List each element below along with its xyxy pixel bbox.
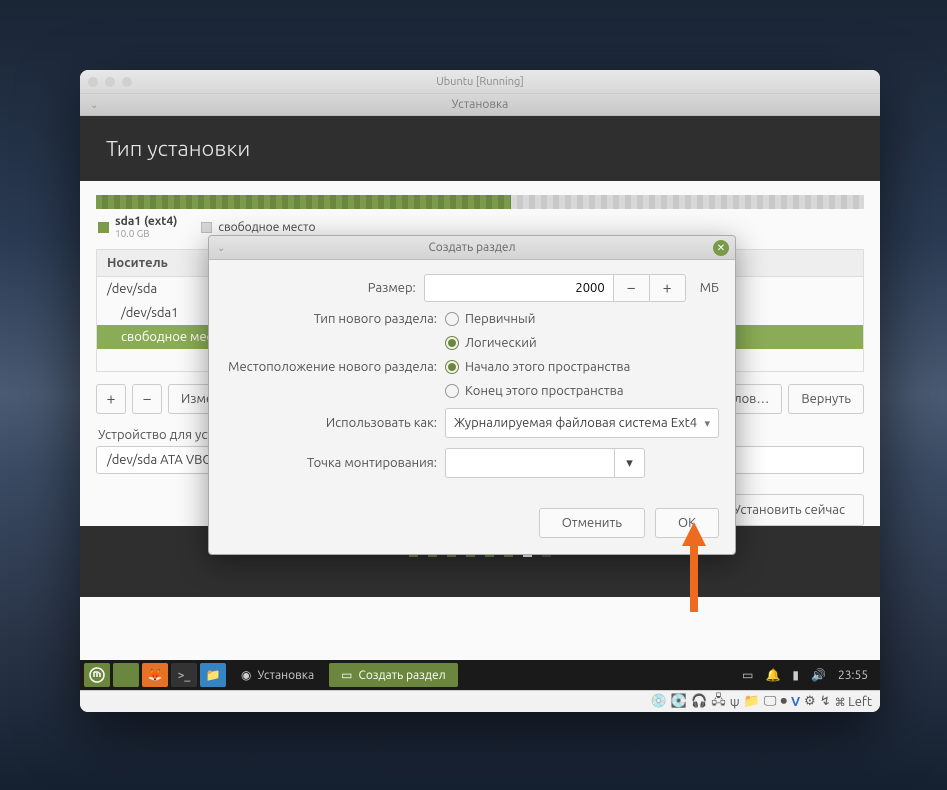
- dropdown-icon: ▾: [704, 417, 710, 430]
- use-as-value: Журналируемая файловая система Ext4: [454, 416, 697, 430]
- installer-titlebar[interactable]: ⌄ Установка: [80, 94, 880, 116]
- vb-audio-icon[interactable]: 🎧: [691, 694, 707, 709]
- install-now-button[interactable]: Установить сейчас: [714, 494, 864, 526]
- taskbar-label: Установка: [257, 669, 314, 682]
- type-label: Тип нового раздела:: [225, 312, 437, 326]
- radio-primary[interactable]: Первичный: [445, 312, 535, 326]
- vb-cpu-icon[interactable]: ⚙: [804, 694, 816, 709]
- vb-mouse-icon[interactable]: ↯: [820, 694, 831, 709]
- use-as-select[interactable]: Журналируемая файловая система Ext4 ▾: [445, 408, 719, 438]
- size-input[interactable]: [424, 274, 614, 302]
- vb-recording-icon[interactable]: ⏺: [780, 694, 787, 709]
- vm-host-statusbar[interactable]: 💿 💽 🎧 🖧 ψ 📁 🖵 ⏺ V ⚙ ↯ ⌘ Left: [80, 690, 880, 712]
- partition-label-sda1: sda1 (ext4) 10.0 GB: [98, 215, 177, 239]
- disc-icon: ◉: [241, 668, 251, 682]
- size-label: Размер:: [225, 281, 416, 295]
- vm-titlebar[interactable]: Ubuntu [Running]: [80, 70, 880, 94]
- show-desktop-icon[interactable]: [113, 663, 139, 687]
- vb-shared-folder-icon[interactable]: 📁: [744, 694, 760, 709]
- tray-display-icon[interactable]: ▭: [742, 668, 753, 682]
- radio-logical[interactable]: Логический: [445, 336, 537, 350]
- location-label: Местоположение нового раздела:: [225, 360, 437, 374]
- ok-button[interactable]: OK: [655, 508, 719, 538]
- vb-network-icon[interactable]: 🖧: [711, 691, 726, 713]
- dialog-title: Создать раздел: [428, 241, 515, 254]
- chevron-down-icon[interactable]: ⌄: [217, 242, 225, 254]
- decrement-button[interactable]: −: [614, 274, 650, 302]
- page-title: Тип установки: [80, 116, 880, 181]
- tray-notification-icon[interactable]: 🔔: [765, 668, 780, 682]
- taskbar[interactable]: 🦊 >_ 📁 ◉ Установка ▭ Создать раздел ▭ 🔔 …: [80, 660, 880, 690]
- installer-window-title: Установка: [452, 98, 509, 111]
- mount-point-label: Точка монтирования:: [225, 456, 437, 470]
- increment-button[interactable]: +: [650, 274, 686, 302]
- create-partition-dialog: ⌄ Создать раздел ✕ Размер: − + МБ Тип но…: [208, 235, 736, 555]
- vm-traffic-lights[interactable]: [88, 77, 132, 87]
- vb-host-key[interactable]: ⌘ Left: [835, 695, 872, 709]
- vb-display-icon[interactable]: 🖵: [764, 694, 777, 709]
- partition-name: sda1 (ext4): [115, 215, 177, 228]
- close-icon[interactable]: [88, 77, 98, 87]
- minimize-icon[interactable]: [105, 77, 115, 87]
- partition-size: 10.0 GB: [115, 228, 177, 239]
- close-icon[interactable]: ✕: [713, 240, 729, 256]
- color-swatch-icon: [98, 222, 109, 233]
- terminal-icon[interactable]: >_: [171, 663, 197, 687]
- partition-name: свободное место: [218, 221, 315, 234]
- dialog-titlebar[interactable]: ⌄ Создать раздел ✕: [209, 236, 735, 260]
- dropdown-icon[interactable]: ▾: [614, 449, 644, 477]
- vb-disk-icon[interactable]: 💿: [651, 694, 667, 709]
- vb-usb-icon[interactable]: ψ: [730, 695, 740, 709]
- vb-optical-icon[interactable]: 💽: [671, 694, 687, 709]
- vm-title: Ubuntu [Running]: [80, 76, 880, 88]
- partition-bar[interactable]: [96, 195, 864, 209]
- zoom-icon[interactable]: [122, 77, 132, 87]
- add-button[interactable]: +: [96, 384, 126, 414]
- tray-battery-icon[interactable]: ▮: [792, 668, 799, 682]
- taskbar-app-installer[interactable]: ◉ Установка: [229, 663, 326, 687]
- vb-vrde-icon[interactable]: V: [791, 695, 800, 709]
- color-swatch-icon: [201, 222, 212, 233]
- vm-window: Ubuntu [Running] ⌄ Установка Тип установ…: [80, 70, 880, 712]
- cancel-button[interactable]: Отменить: [539, 508, 645, 538]
- radio-end[interactable]: Конец этого пространства: [445, 384, 624, 398]
- size-spinbox: − +: [424, 274, 686, 302]
- revert-button[interactable]: Вернуть: [788, 384, 864, 414]
- chevron-down-icon[interactable]: ⌄: [90, 99, 98, 111]
- window-icon: ▭: [341, 668, 352, 682]
- remove-button[interactable]: −: [132, 384, 162, 414]
- firefox-icon[interactable]: 🦊: [142, 663, 168, 687]
- taskbar-label: Создать раздел: [358, 669, 445, 682]
- use-as-label: Использовать как:: [225, 416, 437, 430]
- size-unit: МБ: [700, 281, 719, 295]
- tray-volume-icon[interactable]: 🔊: [811, 668, 826, 682]
- partition-segment-free[interactable]: [511, 195, 864, 209]
- partition-segment-sda1[interactable]: [96, 195, 511, 209]
- taskbar-app-create-partition[interactable]: ▭ Создать раздел: [329, 663, 457, 687]
- radio-begin[interactable]: Начало этого пространства: [445, 360, 630, 374]
- mint-menu-icon[interactable]: [84, 663, 110, 687]
- files-icon[interactable]: 📁: [200, 663, 226, 687]
- tray-clock[interactable]: 23:55: [838, 669, 868, 682]
- mount-point-select[interactable]: ▾: [445, 448, 645, 478]
